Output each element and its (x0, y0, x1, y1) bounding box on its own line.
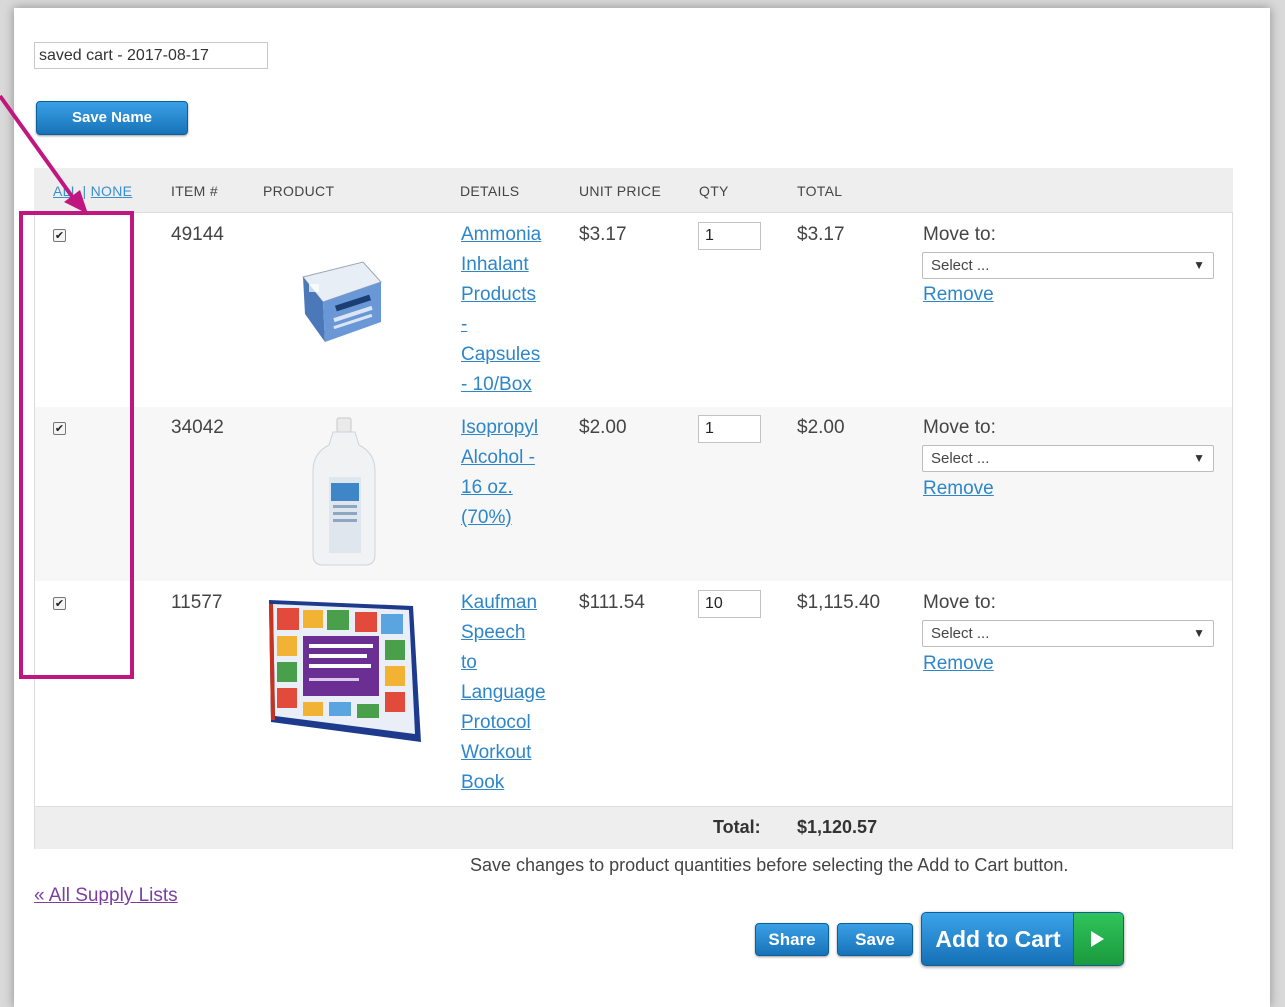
details-line[interactable]: (70%) (461, 503, 561, 533)
move-to-label: Move to: (923, 417, 996, 438)
details-line[interactable]: Workout (461, 738, 561, 768)
details-line[interactable]: - (461, 310, 561, 340)
dropdown-arrow-icon: ▼ (1193, 451, 1205, 465)
dropdown-arrow-icon: ▼ (1193, 626, 1205, 640)
header-unit-price: UNIT PRICE (579, 183, 662, 199)
move-to-label: Move to: (923, 592, 996, 613)
details-line[interactable]: Alcohol - (461, 443, 561, 473)
share-button[interactable]: Share (755, 923, 829, 956)
all-supply-lists-link[interactable]: « All Supply Lists (34, 885, 178, 907)
dropdown-arrow-icon: ▼ (1193, 258, 1205, 272)
header-product: PRODUCT (263, 183, 335, 199)
details-line[interactable]: - 10/Box (461, 370, 561, 400)
header-item: ITEM # (171, 183, 218, 199)
remove-link[interactable]: Remove (923, 478, 994, 500)
details-line[interactable]: Speech (461, 618, 561, 648)
total-label: Total: (713, 817, 761, 837)
move-to-select[interactable]: Select ... ▼ (922, 445, 1214, 472)
item-number: 34042 (171, 417, 224, 438)
qty-input[interactable]: 1 (698, 222, 761, 250)
select-value: Select ... (931, 450, 990, 467)
unit-price: $2.00 (579, 417, 627, 438)
item-number: 49144 (171, 224, 224, 245)
unit-price: $3.17 (579, 224, 627, 245)
move-to-select[interactable]: Select ... ▼ (922, 252, 1214, 279)
move-to-label: Move to: (923, 224, 996, 245)
move-to-select[interactable]: Select ... ▼ (922, 620, 1214, 647)
details-line[interactable]: Capsules (461, 340, 561, 370)
details-line[interactable]: Products (461, 280, 561, 310)
select-value: Select ... (931, 625, 990, 642)
select-value: Select ... (931, 257, 990, 274)
line-total: $3.17 (797, 224, 845, 245)
header-qty: QTY (699, 183, 729, 199)
details-line[interactable]: Ammonia (461, 220, 561, 250)
unit-price: $111.54 (579, 592, 645, 613)
cart-name-input[interactable]: saved cart - 2017-08-17 (34, 42, 268, 69)
remove-link[interactable]: Remove (923, 284, 994, 306)
save-changes-note: Save changes to product quantities befor… (470, 855, 1069, 875)
save-button[interactable]: Save (837, 923, 913, 956)
remove-link[interactable]: Remove (923, 653, 994, 675)
grand-total: $1,120.57 (797, 817, 878, 837)
qty-input[interactable]: 1 (698, 415, 761, 443)
ammonia-box-icon (302, 261, 382, 342)
item-number: 11577 (171, 592, 223, 613)
total-bar (35, 806, 1232, 849)
details-line[interactable]: to (461, 648, 561, 678)
add-to-cart-label: Add to Cart (935, 926, 1061, 952)
add-to-cart-button[interactable]: Add to Cart (921, 912, 1124, 966)
qty-input[interactable]: 10 (698, 590, 761, 618)
details-line[interactable]: Language (461, 678, 561, 708)
details-line[interactable]: Protocol (461, 708, 561, 738)
play-arrow-icon (1073, 913, 1123, 965)
product-image-alcohol[interactable] (263, 415, 423, 575)
details-line[interactable]: Isopropyl (461, 413, 561, 443)
table-row (35, 581, 1232, 806)
product-image-workbook[interactable] (263, 592, 425, 750)
product-image-ammonia[interactable] (263, 222, 423, 382)
line-total: $1,115.40 (797, 592, 881, 613)
alcohol-bottle-icon (312, 417, 376, 566)
workbook-cover-icon (269, 600, 421, 742)
highlight-box (19, 211, 134, 679)
details-line[interactable]: Kaufman (461, 588, 561, 618)
annotation-arrow-icon (0, 94, 88, 214)
details-line[interactable]: Inhalant (461, 250, 561, 280)
details-line[interactable]: 16 oz. (461, 473, 561, 503)
header-total: TOTAL (797, 183, 843, 199)
line-total: $2.00 (797, 417, 845, 438)
details-line[interactable]: Book (461, 768, 561, 798)
header-details: DETAILS (460, 183, 520, 199)
